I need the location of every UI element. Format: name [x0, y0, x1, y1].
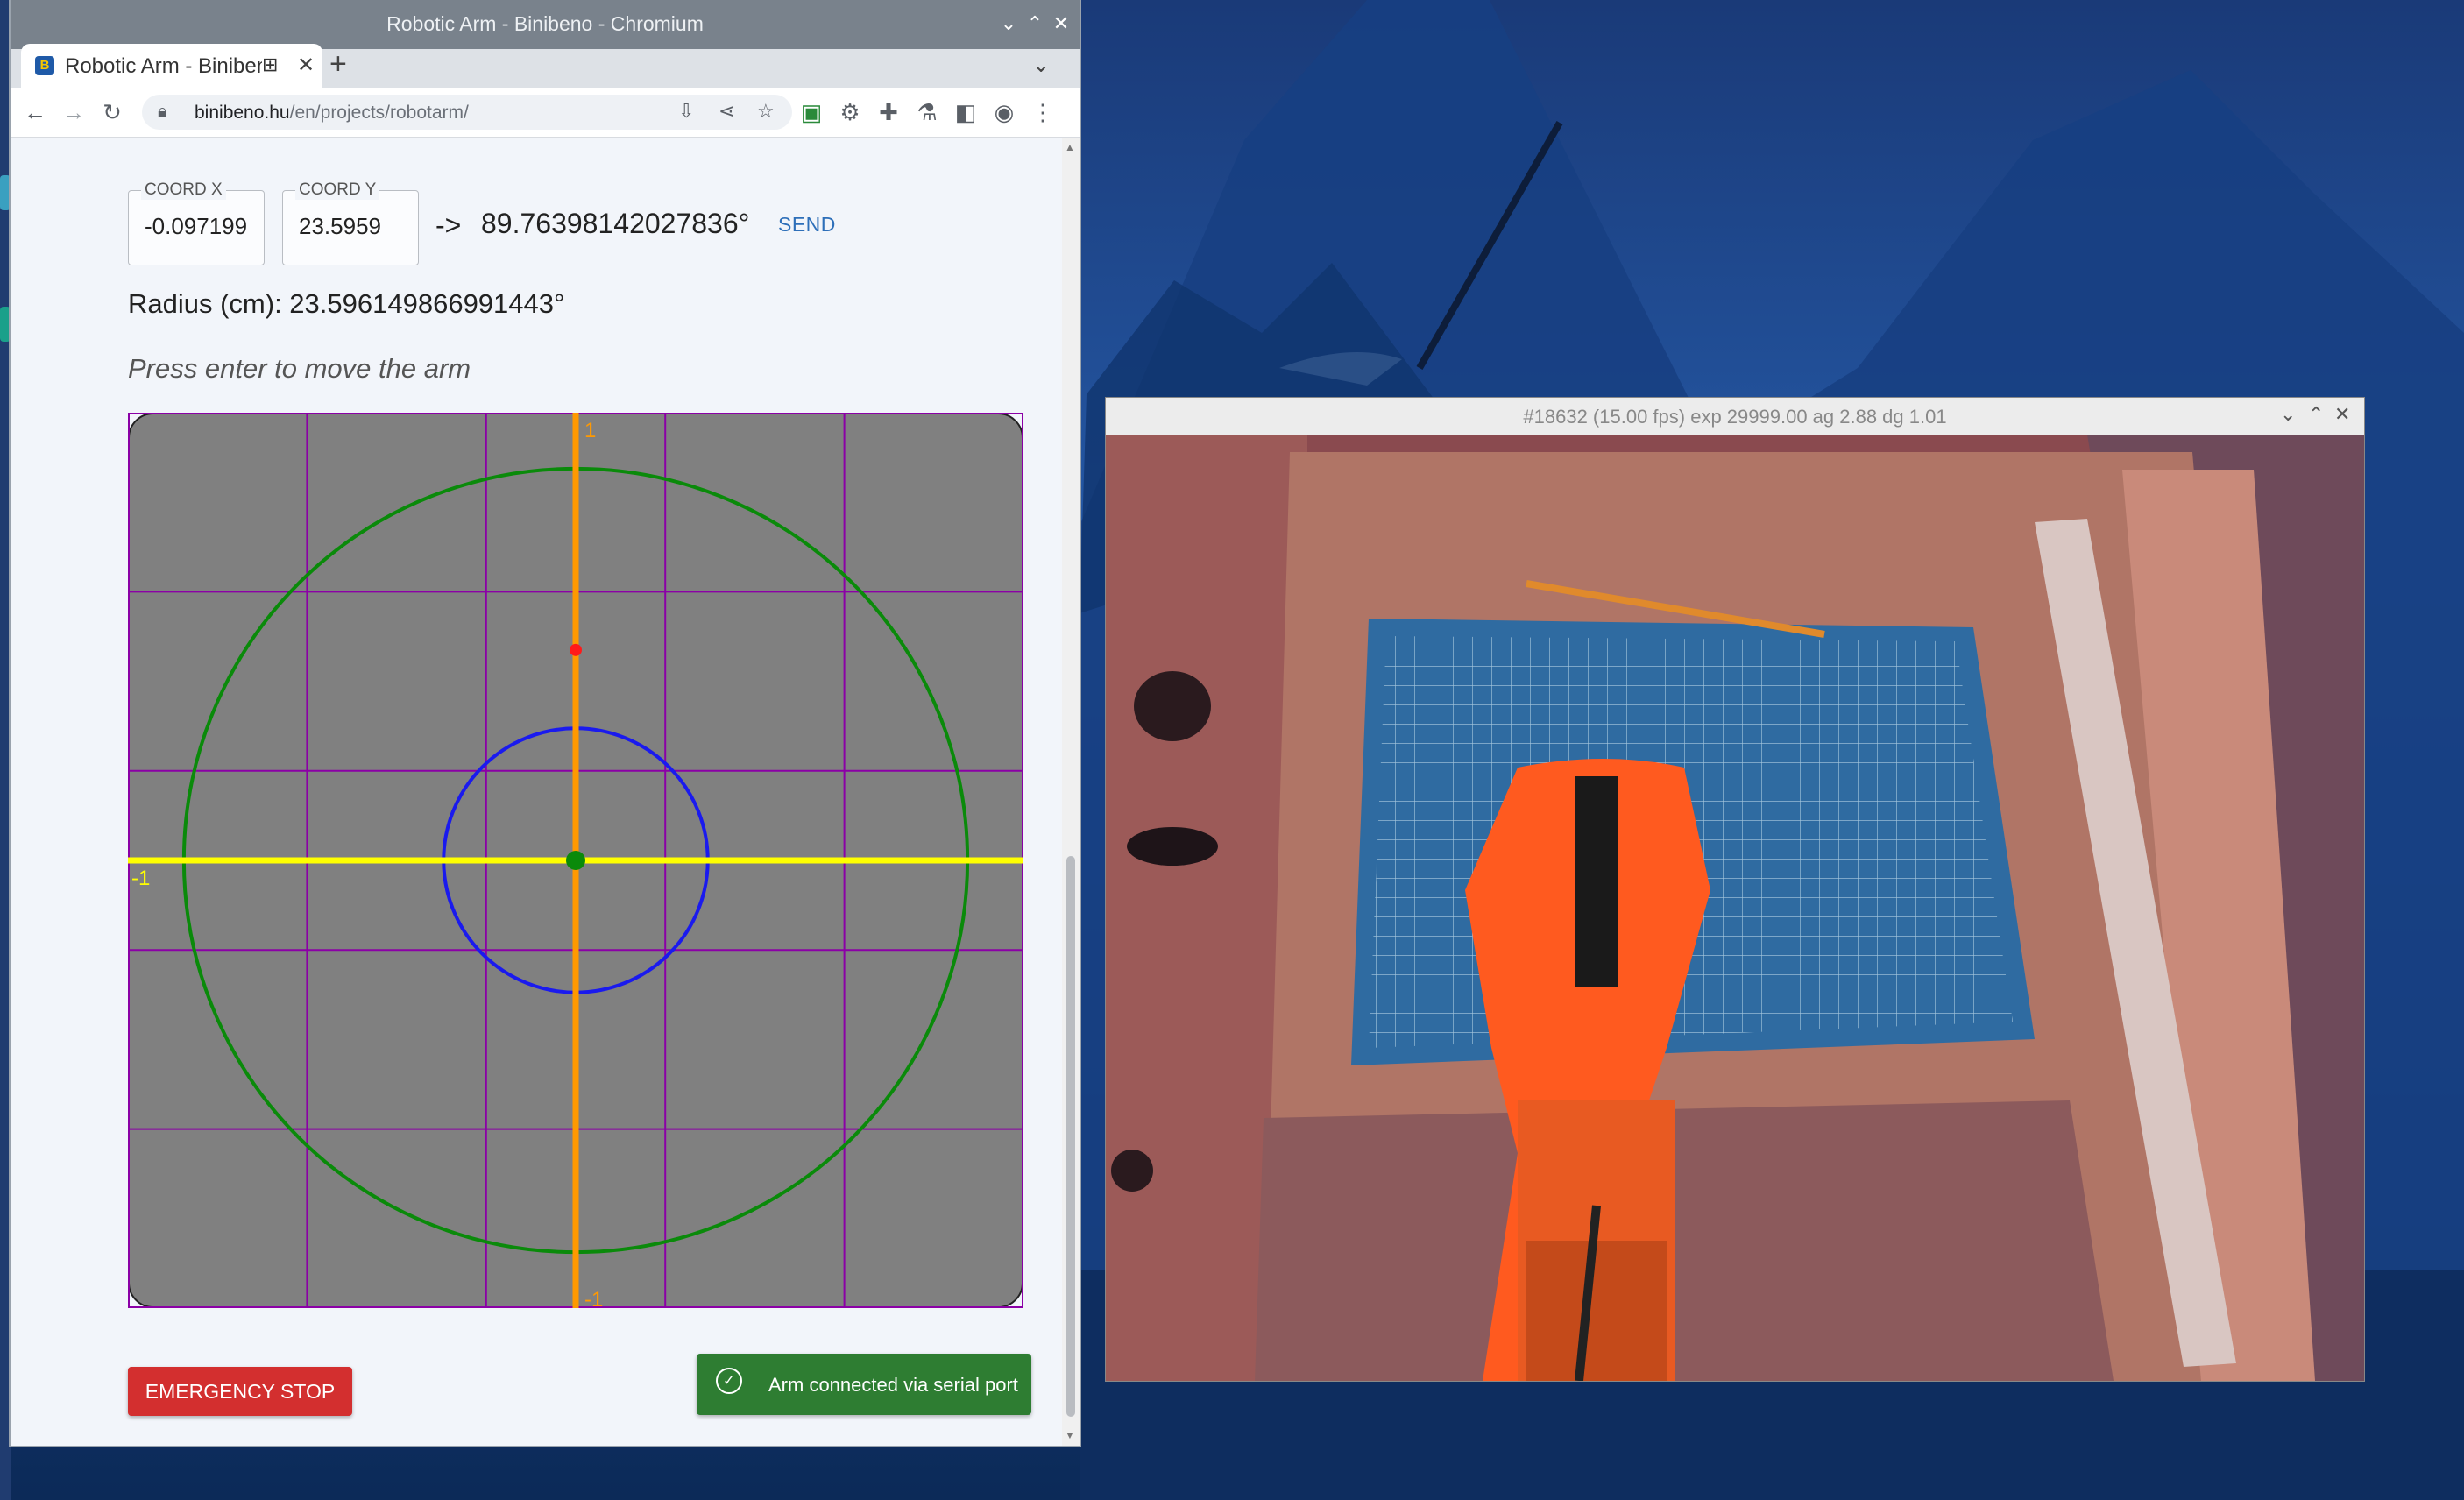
page-scrollbar[interactable]: ▲ ▼: [1062, 138, 1080, 1446]
labs-flask-icon[interactable]: ⚗: [911, 96, 943, 128]
share-icon[interactable]: ⋖: [719, 100, 734, 123]
tab-label: Robotic Arm - Binibeno: [65, 54, 262, 78]
status-message: Arm connected via serial port: [768, 1374, 1018, 1396]
axis-label-left: -1: [131, 867, 150, 890]
url-path: /en/projects/robotarm/: [289, 103, 469, 123]
minimize-icon[interactable]: ⌄: [997, 11, 1020, 37]
browser-toolbar: ← → ↻ 🔒︎ binibeno.hu/en/projects/robotar…: [11, 88, 1080, 138]
check-circle-icon: ✓: [716, 1368, 742, 1394]
minimize-icon[interactable]: ⌄: [2280, 403, 2296, 426]
menu-kebab-icon[interactable]: ⋮: [1027, 96, 1059, 128]
camera-title: #18632 (15.00 fps) exp 29999.00 ag 2.88 …: [1523, 406, 1947, 428]
favicon-icon: B: [35, 56, 54, 75]
arrow-text: ->: [435, 209, 462, 241]
maximize-icon[interactable]: ⌃: [1023, 11, 1046, 37]
hint-text: Press enter to move the arm: [128, 353, 471, 384]
camera-image: [1106, 435, 2364, 1381]
side-panel-icon[interactable]: ◧: [950, 96, 981, 128]
axis-label-bottom: -1: [584, 1288, 603, 1308]
connection-status-snackbar: ✓ Arm connected via serial port: [697, 1354, 1031, 1415]
scroll-up-icon[interactable]: ▲: [1065, 141, 1075, 153]
coord-x-field[interactable]: COORD X: [128, 180, 265, 265]
close-icon[interactable]: ✕: [2334, 403, 2350, 426]
coord-y-label: COORD Y: [295, 180, 380, 200]
puzzle-icon[interactable]: ✚: [873, 96, 904, 128]
coord-x-input[interactable]: [143, 212, 251, 241]
target-point: [570, 643, 582, 656]
scroll-down-icon[interactable]: ▼: [1065, 1429, 1075, 1441]
back-icon[interactable]: ←: [19, 96, 51, 128]
axis-label-top: 1: [584, 419, 596, 442]
camera-titlebar: #18632 (15.00 fps) exp 29999.00 ag 2.88 …: [1106, 398, 2364, 435]
maximize-icon[interactable]: ⌃: [2308, 403, 2324, 426]
angle-value: 89.76398142027836°: [481, 208, 750, 239]
close-icon[interactable]: ✕: [1050, 11, 1073, 37]
desktop-icon[interactable]: [0, 175, 11, 210]
forward-icon[interactable]: →: [58, 96, 89, 128]
bookmark-star-icon[interactable]: ☆: [757, 100, 775, 123]
new-tab-button[interactable]: +: [329, 47, 347, 81]
coord-y-input[interactable]: [297, 212, 406, 241]
camera-feed: [1106, 435, 2364, 1381]
reload-icon[interactable]: ↻: [96, 96, 128, 128]
install-icon[interactable]: ⇩: [678, 100, 694, 123]
tab-robotic-arm[interactable]: B Robotic Arm - Binibeno ⊞ ✕: [21, 44, 322, 88]
settings-gear-icon[interactable]: ⚙: [834, 96, 866, 128]
lock-icon[interactable]: 🔒︎: [158, 102, 167, 122]
desktop-edge: [0, 0, 11, 1500]
tab-close-icon[interactable]: ✕: [297, 53, 315, 78]
send-button[interactable]: SEND: [778, 213, 836, 237]
emergency-stop-button[interactable]: EMERGENCY STOP: [128, 1367, 352, 1416]
extension-icon[interactable]: ▣: [796, 96, 827, 128]
desktop-icon[interactable]: [0, 307, 11, 342]
url-host: binibeno.hu: [195, 103, 290, 123]
url-text[interactable]: binibeno.hu/en/projects/robotarm/: [195, 103, 469, 124]
camera-window: #18632 (15.00 fps) exp 29999.00 ag 2.88 …: [1106, 398, 2364, 1381]
browser-window: Robotic Arm - Binibeno - Chromium ⌄ ⌃ ✕ …: [11, 0, 1080, 1446]
tab-search-icon[interactable]: ⌄: [1032, 53, 1050, 78]
coord-y-field[interactable]: COORD Y: [282, 180, 419, 265]
scrollbar-thumb[interactable]: [1066, 856, 1075, 1417]
window-title: Robotic Arm - Binibeno - Chromium: [386, 12, 704, 35]
page-content: COORD X COORD Y -> 89.76398142027836° SE…: [11, 138, 1062, 1446]
window-titlebar: Robotic Arm - Binibeno - Chromium ⌄ ⌃ ✕: [11, 0, 1080, 49]
radius-readout: Radius (cm): 23.596149866991443°: [128, 288, 565, 319]
profile-avatar-icon[interactable]: ◉: [988, 96, 1020, 128]
media-icon[interactable]: ⊞: [262, 53, 278, 76]
origin-point: [566, 851, 585, 870]
arm-position-canvas[interactable]: 1 -1 -1: [128, 413, 1023, 1308]
address-bar[interactable]: 🔒︎ binibeno.hu/en/projects/robotarm/ ⇩ ⋖…: [142, 95, 792, 130]
coord-x-label: COORD X: [141, 180, 226, 200]
